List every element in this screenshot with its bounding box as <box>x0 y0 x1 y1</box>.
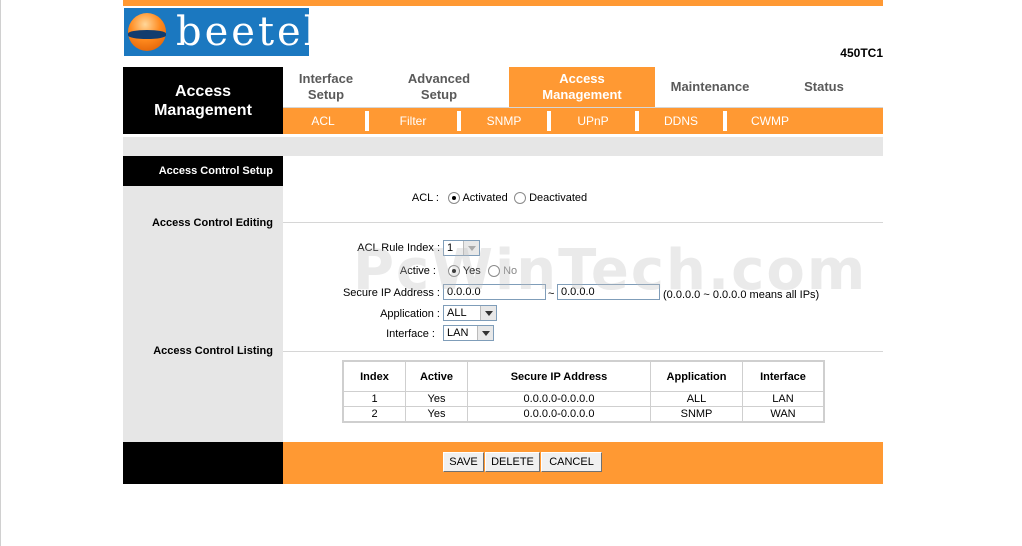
window-left-edge <box>0 0 1 546</box>
table-row: 1 Yes 0.0.0.0-0.0.0.0 ALL LAN <box>342 391 825 407</box>
application-select[interactable]: ALL <box>443 305 497 321</box>
tab-advanced-setup[interactable]: Advanced Setup <box>369 67 509 107</box>
tab-label-line1: Status <box>804 79 844 94</box>
cancel-button[interactable]: CANCEL <box>541 452 602 472</box>
content-top-band <box>123 137 883 156</box>
table-header-row: Index Active Secure IP Address Applicati… <box>342 360 825 392</box>
beetel-logo: beetel <box>124 8 309 56</box>
secure-ip-from-input[interactable]: 0.0.0.0 <box>443 284 546 300</box>
section-title-line2: Management <box>154 101 252 119</box>
footer-left <box>123 442 283 484</box>
delete-button[interactable]: DELETE <box>485 452 540 472</box>
cell-index: 2 <box>342 406 406 423</box>
subtab-acl[interactable]: ACL <box>283 108 363 134</box>
secure-ip-to-input[interactable]: 0.0.0.0 <box>557 284 660 300</box>
ip-range-hint: (0.0.0.0 ~ 0.0.0.0 means all IPs) <box>663 289 820 301</box>
access-control-editing-label: Access Control Editing <box>151 217 273 229</box>
tab-maintenance[interactable]: Maintenance <box>655 67 765 107</box>
cell-secure-ip: 0.0.0.0-0.0.0.0 <box>467 406 651 423</box>
acl-activated-option[interactable]: Activated <box>448 192 508 205</box>
router-page: beetel 450TC1 Access Management Interfac… <box>123 0 883 546</box>
cell-secure-ip: 0.0.0.0-0.0.0.0 <box>467 391 651 407</box>
main-nav-tabs: Interface Setup Advanced Setup Access Manag… <box>283 67 883 108</box>
tab-label-line1: Access <box>559 71 605 86</box>
acl-deactivated-radio[interactable] <box>514 192 526 205</box>
sub-nav-tabs: ACL Filter SNMP UPnP DDNS CWMP <box>283 108 883 134</box>
section-title: Access Management <box>123 67 283 134</box>
top-accent-bar <box>123 0 883 6</box>
tab-label-line1: Advanced <box>407 71 471 86</box>
acl-deactivated-option[interactable]: Deactivated <box>514 192 588 205</box>
left-panel-header: Access Control Setup <box>123 156 283 186</box>
cell-application: ALL <box>650 391 743 407</box>
subtab-snmp[interactable]: SNMP <box>461 108 547 134</box>
divider <box>283 222 883 223</box>
subtab-cwmp[interactable]: CWMP <box>727 108 813 134</box>
active-yes-option[interactable]: Yes <box>448 265 481 278</box>
chevron-down-icon <box>477 326 493 340</box>
table-row: 2 Yes 0.0.0.0-0.0.0.0 SNMP WAN <box>342 406 825 423</box>
tab-access-management[interactable]: Access Management <box>509 67 655 107</box>
tab-label-line1: Interface <box>298 71 354 86</box>
cell-active: Yes <box>405 406 468 423</box>
chevron-down-icon <box>480 306 496 320</box>
logo-text: beetel <box>176 9 309 55</box>
subtab-filter[interactable]: Filter <box>369 108 457 134</box>
ip-range-separator: ~ <box>548 288 555 300</box>
column-header-secure-ip: Secure IP Address <box>467 360 651 392</box>
model-name: 450TC1 <box>840 46 883 60</box>
active-no-radio[interactable] <box>488 265 500 278</box>
secure-ip-label: Secure IP Address : <box>342 287 440 299</box>
divider <box>283 351 883 352</box>
acl-activated-label: Activated <box>462 192 508 204</box>
save-button[interactable]: SAVE <box>443 452 484 472</box>
acl-activated-radio[interactable] <box>448 192 460 205</box>
logo-globe-band <box>128 30 166 39</box>
tab-label-line2: Management <box>542 87 622 102</box>
interface-label: Interface : <box>386 328 435 340</box>
application-label: Application : <box>380 308 440 320</box>
cell-interface: WAN <box>742 406 825 423</box>
tab-interface-setup[interactable]: Interface Setup <box>283 67 369 107</box>
interface-value: LAN <box>447 327 469 339</box>
column-header-interface: Interface <box>742 360 825 392</box>
acl-deactivated-label: Deactivated <box>529 192 588 204</box>
subtab-upnp[interactable]: UPnP <box>551 108 635 134</box>
tab-label-line1: Maintenance <box>670 79 750 94</box>
tab-label-line2: Setup <box>307 87 345 102</box>
active-yes-label: Yes <box>462 265 481 277</box>
left-panel <box>123 156 283 442</box>
cell-active: Yes <box>405 391 468 407</box>
column-header-application: Application <box>650 360 743 392</box>
acl-rule-index-value: 1 <box>447 242 454 254</box>
active-label: Active : <box>399 265 436 277</box>
cell-interface: LAN <box>742 391 825 407</box>
tab-label-line2: Setup <box>420 87 458 102</box>
active-yes-radio[interactable] <box>448 265 460 278</box>
chevron-down-icon <box>463 241 479 255</box>
subtab-ddns[interactable]: DDNS <box>639 108 723 134</box>
cell-application: SNMP <box>650 406 743 423</box>
acl-rule-index-select[interactable]: 1 <box>443 240 480 256</box>
column-header-active: Active <box>405 360 468 392</box>
access-control-listing-label: Access Control Listing <box>153 345 273 357</box>
interface-select[interactable]: LAN <box>443 325 494 341</box>
active-no-label: No <box>503 265 518 277</box>
access-control-table: Index Active Secure IP Address Applicati… <box>342 360 825 423</box>
acl-label: ACL : <box>411 192 439 204</box>
application-value: ALL <box>447 307 467 319</box>
section-title-line1: Access <box>174 82 232 100</box>
cell-index: 1 <box>342 391 406 407</box>
tab-status[interactable]: Status <box>765 67 883 107</box>
acl-rule-index-label: ACL Rule Index : <box>357 242 440 254</box>
column-header-index: Index <box>342 360 406 392</box>
active-no-option[interactable]: No <box>488 265 518 278</box>
